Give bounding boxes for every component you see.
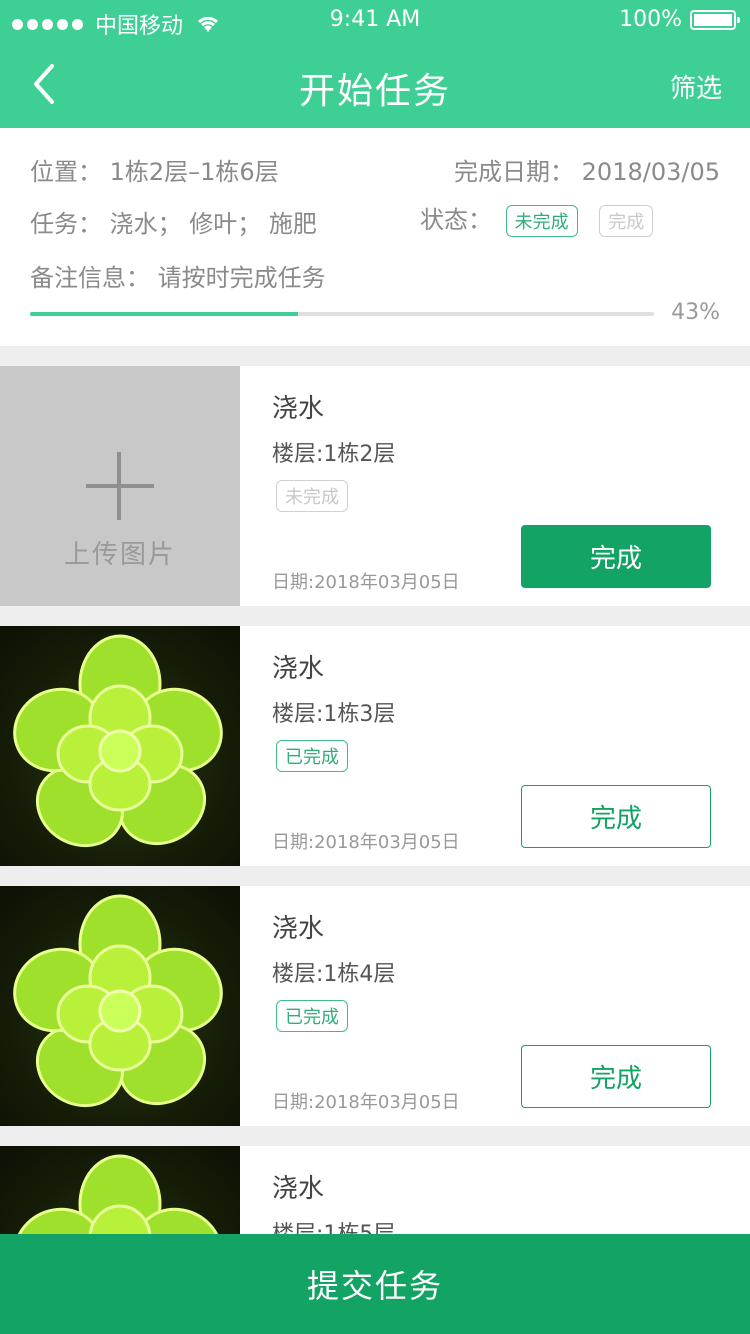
task-date: 日期:2018年03月05日 [272, 832, 460, 853]
task-status-badge: 已完成 [276, 1000, 348, 1032]
status-filter: 状态： 未完成 完成 [420, 200, 654, 237]
location-text: 位置： 1栋2层–1栋6层 [30, 158, 279, 186]
task-status-badge: 已完成 [276, 740, 348, 772]
page-title: 开始任务 [298, 71, 451, 112]
task-title: 浇水 [272, 1174, 325, 1204]
succulent-image [13, 894, 223, 1108]
task-title: 浇水 [272, 654, 325, 684]
task-title: 浇水 [272, 914, 325, 944]
complete-button[interactable]: 完成 [521, 785, 711, 848]
task-info-card: 位置： 1栋2层–1栋6层 完成日期： 2018/03/05 任务： 浇水； 修… [0, 128, 750, 346]
task-item: 浇水 楼层:1栋5层 [0, 1146, 750, 1234]
progress-bar [30, 312, 654, 316]
task-floor: 楼层:1栋3层 [272, 702, 396, 727]
complete-button[interactable]: 完成 [521, 1045, 711, 1108]
header: 中国移动 9:41 AM 100% 开始任务 筛选 [0, 0, 750, 128]
task-floor: 楼层:1栋4层 [272, 962, 396, 987]
task-status-badge: 未完成 [276, 480, 348, 512]
complete-button[interactable]: 完成 [521, 525, 711, 588]
remark-text: 备注信息： 请按时完成任务 [30, 264, 326, 292]
battery-icon [690, 9, 740, 30]
progress-percent: 43% [671, 300, 720, 325]
battery-percent: 100% [619, 7, 682, 32]
upload-image-button[interactable]: 上传图片 [0, 366, 240, 606]
task-title: 浇水 [272, 394, 325, 424]
filter-button[interactable]: 筛选 [670, 68, 722, 105]
status-option-complete[interactable]: 完成 [599, 205, 654, 237]
succulent-image [13, 1154, 223, 1234]
nav-bar: 开始任务 筛选 [0, 40, 750, 128]
task-list: 上传图片 浇水 楼层:1栋2层 未完成 日期:2018年03月05日 完成 浇水… [0, 346, 750, 1234]
task-date: 日期:2018年03月05日 [272, 572, 460, 593]
status-option-incomplete[interactable]: 未完成 [505, 205, 578, 237]
progress-fill [30, 312, 299, 316]
plant-image[interactable] [0, 1146, 240, 1234]
plant-image[interactable] [0, 886, 240, 1126]
task-list-text: 任务： 浇水； 修叶； 施肥 [30, 210, 317, 238]
submit-task-button[interactable]: 提交任务 [0, 1234, 750, 1334]
task-date: 日期:2018年03月05日 [272, 1092, 460, 1113]
task-item: 浇水 楼层:1栋3层 已完成 日期:2018年03月05日 完成 [0, 626, 750, 866]
task-item: 浇水 楼层:1栋4层 已完成 日期:2018年03月05日 完成 [0, 886, 750, 1126]
upload-image-label: 上传图片 [63, 540, 176, 570]
battery-area: 100% [619, 7, 740, 32]
status-label: 状态： [420, 206, 492, 234]
task-floor: 楼层:1栋5层 [272, 1216, 395, 1234]
plant-image[interactable] [0, 626, 240, 866]
task-item: 上传图片 浇水 楼层:1栋2层 未完成 日期:2018年03月05日 完成 [0, 366, 750, 606]
task-floor: 楼层:1栋2层 [272, 442, 396, 467]
due-date-text: 完成日期： 2018/03/05 [454, 158, 720, 186]
status-bar: 中国移动 9:41 AM 100% [0, 0, 750, 40]
succulent-image [13, 634, 223, 848]
